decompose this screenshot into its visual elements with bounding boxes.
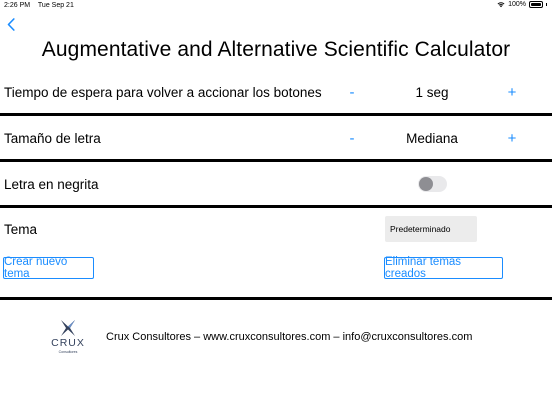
crux-x-icon bbox=[61, 320, 75, 336]
theme-selected-value: Predeterminado bbox=[390, 224, 451, 234]
delete-themes-label: Eliminar temas creados bbox=[385, 256, 462, 280]
create-theme-label: Crear nuevo tema bbox=[4, 256, 68, 280]
status-time: 2:26 PM bbox=[4, 2, 31, 9]
divider bbox=[0, 159, 552, 162]
back-button[interactable] bbox=[4, 15, 18, 33]
battery-tip bbox=[546, 3, 547, 6]
delete-themes-button[interactable]: Eliminar temas creados bbox=[384, 256, 503, 280]
bold-toggle[interactable] bbox=[418, 176, 447, 192]
status-date: Tue Sep 21 bbox=[37, 2, 74, 9]
divider bbox=[0, 113, 552, 116]
battery-percent: 100% bbox=[508, 1, 526, 8]
font-size-decrease-button[interactable]: - bbox=[344, 130, 360, 147]
battery-icon bbox=[529, 1, 543, 8]
crux-logo: CRUX Consultores bbox=[48, 318, 88, 360]
bold-label: Letra en negrita bbox=[4, 177, 99, 192]
create-theme-button[interactable]: Crear nuevo tema bbox=[3, 256, 94, 280]
wait-time-decrease-button[interactable]: - bbox=[344, 84, 360, 101]
status-right: 100% bbox=[497, 1, 547, 8]
font-size-label: Tamaño de letra bbox=[4, 131, 101, 146]
logo-subtitle: Consultores bbox=[58, 350, 78, 354]
theme-select[interactable]: Predeterminado bbox=[385, 216, 477, 242]
font-size-value: Mediana bbox=[406, 131, 458, 146]
page-title: Augmentative and Alternative Scientific … bbox=[41, 38, 511, 61]
footer-contact-text: Crux Consultores – www.cruxconsultores.c… bbox=[106, 331, 473, 343]
status-bar: 2:26 PM Tue Sep 21 100% bbox=[0, 0, 552, 12]
theme-label: Tema bbox=[4, 222, 38, 237]
toggle-knob bbox=[419, 177, 433, 191]
wait-time-value: 1 seg bbox=[415, 85, 449, 100]
status-left: 2:26 PM Tue Sep 21 bbox=[4, 2, 80, 9]
font-size-increase-button[interactable]: + bbox=[504, 130, 520, 147]
chevron-left-icon bbox=[7, 17, 15, 31]
divider bbox=[0, 205, 552, 208]
logo-wordmark: CRUX bbox=[51, 337, 85, 349]
wifi-icon bbox=[497, 2, 505, 8]
wait-time-increase-button[interactable]: + bbox=[504, 84, 520, 101]
divider bbox=[0, 297, 552, 300]
wait-time-label: Tiempo de espera para volver a accionar … bbox=[4, 85, 322, 100]
